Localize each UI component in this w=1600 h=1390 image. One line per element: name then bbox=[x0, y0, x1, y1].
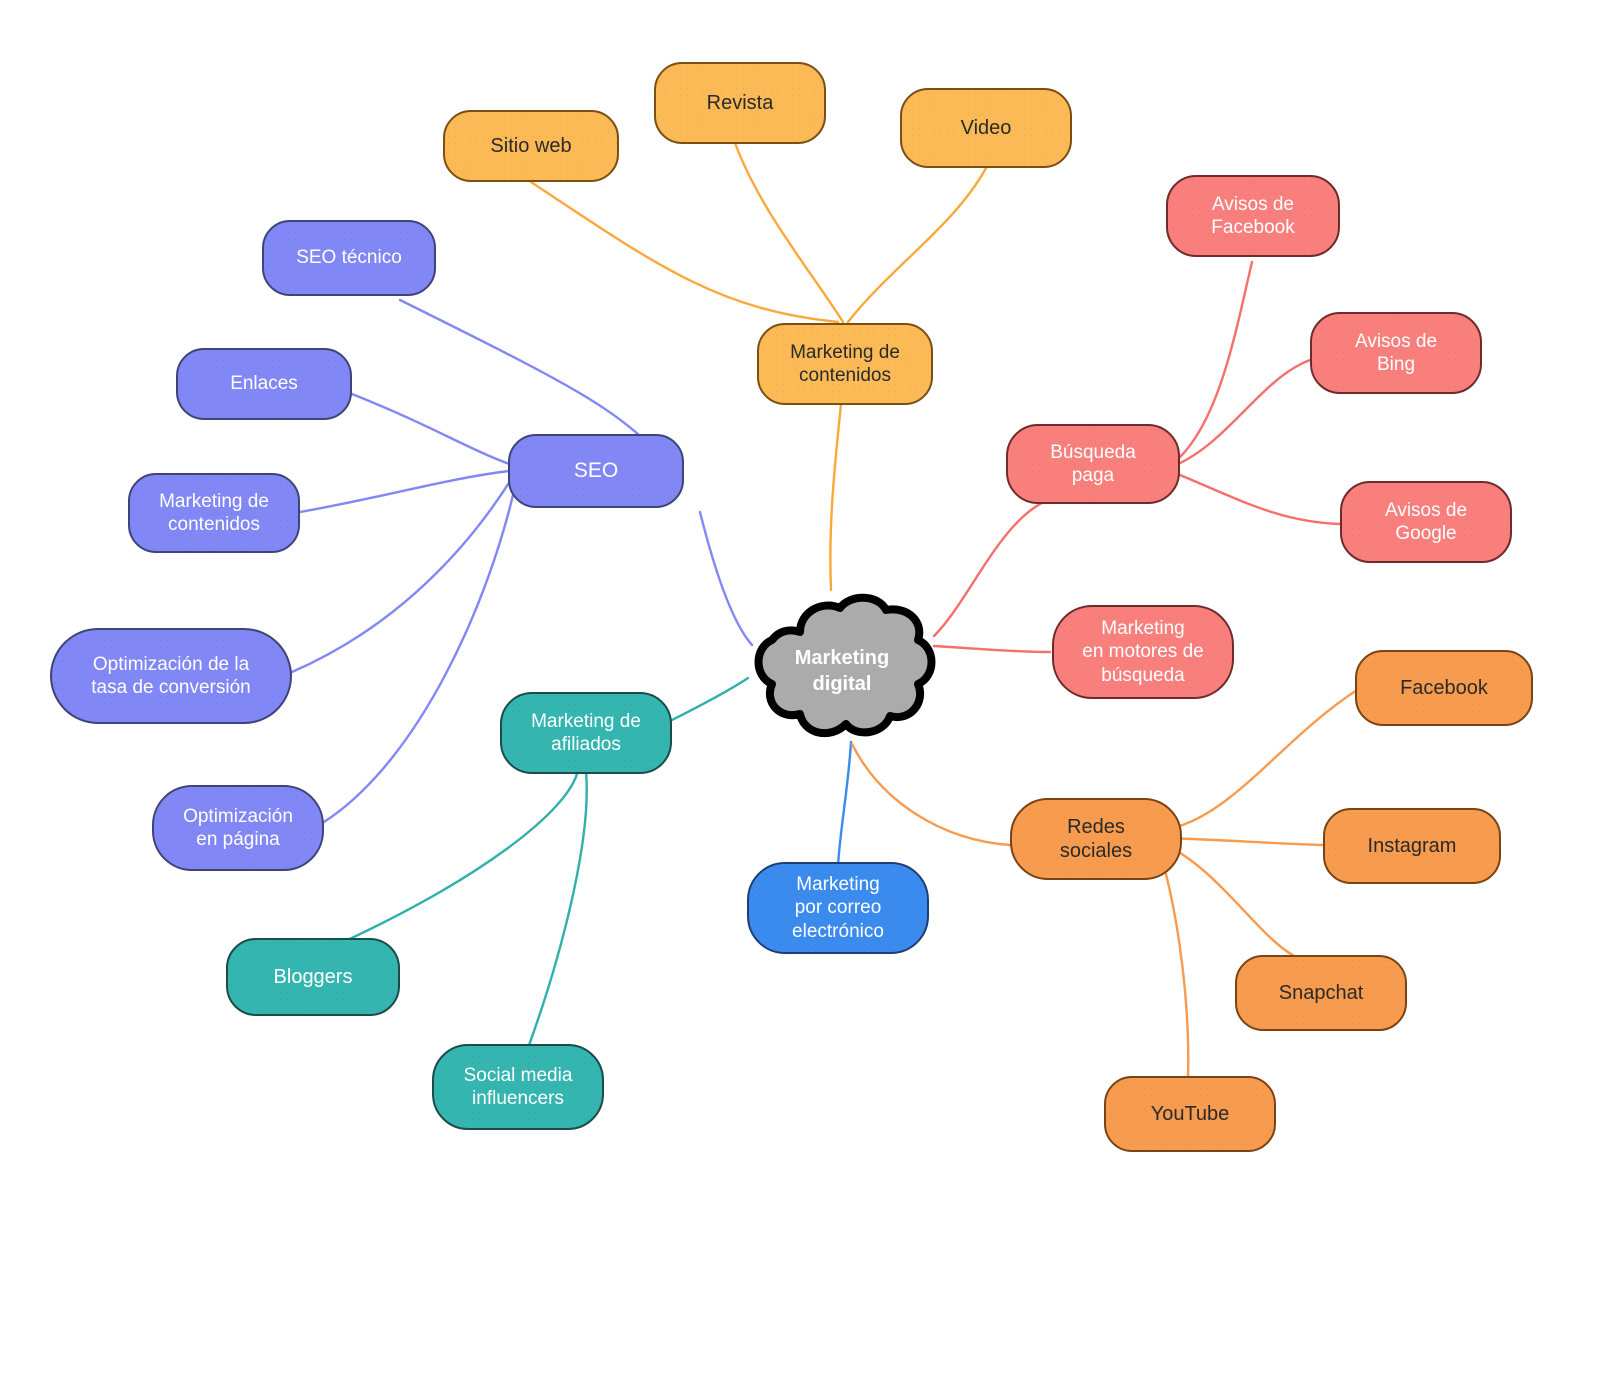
node-instagram[interactable]: Instagram bbox=[1323, 808, 1501, 884]
edge-busqueda-to-avisos-google bbox=[1178, 473, 1342, 526]
node-avisos-de-google-label: Avisos de Google bbox=[1384, 499, 1468, 544]
node-seo-tecnico-label: SEO técnico bbox=[296, 247, 402, 269]
root-node-marketing-digital[interactable]: Marketing digital bbox=[742, 592, 942, 750]
node-facebook-label: Facebook bbox=[1400, 676, 1488, 699]
edge-root-to-marketing-motores bbox=[932, 644, 1052, 654]
node-avisos-de-facebook[interactable]: Avisos de Facebook bbox=[1166, 175, 1340, 257]
node-video[interactable]: Video bbox=[900, 88, 1072, 168]
node-facebook[interactable]: Facebook bbox=[1355, 650, 1533, 726]
node-bloggers-label: Bloggers bbox=[273, 965, 353, 988]
node-redes-sociales[interactable]: Redes sociales bbox=[1010, 798, 1182, 880]
node-enlaces[interactable]: Enlaces bbox=[176, 348, 352, 420]
node-marketing-en-motores-de-busqueda[interactable]: Marketing en motores de búsqueda bbox=[1052, 605, 1234, 699]
edge-seo-to-enlaces bbox=[350, 392, 514, 467]
edge-busqueda-to-avisos-facebook bbox=[1175, 260, 1254, 462]
node-social-media-influencers-label: Social media influencers bbox=[463, 1064, 573, 1109]
edge-seo-to-marketing-contenidos bbox=[298, 469, 511, 514]
edge-redes-to-instagram bbox=[1162, 836, 1327, 847]
node-marketing-por-correo-electronico[interactable]: Marketing por correo electrónico bbox=[747, 862, 929, 954]
node-seo[interactable]: SEO bbox=[508, 434, 684, 508]
edge-root-to-busqueda-paga bbox=[932, 498, 1050, 638]
node-avisos-de-bing[interactable]: Avisos de Bing bbox=[1310, 312, 1482, 394]
edge-seo-to-seo-tecnico bbox=[398, 298, 642, 438]
edge-afiliados-to-influencers bbox=[526, 770, 588, 1050]
node-busqueda-paga-label: Búsqueda paga bbox=[1050, 441, 1136, 486]
node-marketing-de-afiliados-label: Marketing de afiliados bbox=[531, 710, 641, 755]
node-marketing-en-motores-de-busqueda-label: Marketing en motores de búsqueda bbox=[1082, 618, 1204, 686]
node-bloggers[interactable]: Bloggers bbox=[226, 938, 400, 1016]
edge-root-to-redes-sociales bbox=[850, 742, 1012, 847]
edge-seo-to-optimizacion-pagina bbox=[322, 480, 518, 824]
edge-contenidos-to-revista bbox=[733, 141, 845, 324]
node-busqueda-paga[interactable]: Búsqueda paga bbox=[1006, 424, 1180, 504]
node-sitio-web[interactable]: Sitio web bbox=[443, 110, 619, 182]
node-marketing-de-afiliados[interactable]: Marketing de afiliados bbox=[500, 692, 672, 774]
edge-redes-to-youtube bbox=[1158, 850, 1190, 1080]
node-video-label: Video bbox=[960, 116, 1012, 139]
node-snapchat[interactable]: Snapchat bbox=[1235, 955, 1407, 1031]
edge-afiliados-to-bloggers bbox=[328, 768, 580, 950]
edge-root-to-marketing-correo bbox=[836, 740, 853, 868]
node-marketing-de-contenidos-label: Marketing de contenidos bbox=[790, 341, 900, 386]
node-optimizacion-en-pagina-label: Optimización en página bbox=[183, 805, 293, 850]
node-seo-marketing-de-contenidos-label: Marketing de contenidos bbox=[159, 490, 269, 535]
node-youtube-label: YouTube bbox=[1150, 1102, 1230, 1125]
node-seo-marketing-de-contenidos[interactable]: Marketing de contenidos bbox=[128, 473, 300, 553]
mindmap-canvas: Marketing digital Sitio web Revista Vide… bbox=[0, 0, 1600, 1390]
node-optimizacion-tasa-conversion[interactable]: Optimización de la tasa de conversión bbox=[50, 628, 292, 724]
node-marketing-por-correo-electronico-label: Marketing por correo electrónico bbox=[792, 874, 884, 942]
node-snapchat-label: Snapchat bbox=[1278, 981, 1364, 1004]
node-seo-tecnico[interactable]: SEO técnico bbox=[262, 220, 436, 296]
node-redes-sociales-label: Redes sociales bbox=[1059, 815, 1133, 862]
node-social-media-influencers[interactable]: Social media influencers bbox=[432, 1044, 604, 1130]
edge-seo-to-optimizacion-conversion bbox=[290, 476, 514, 674]
node-avisos-de-google[interactable]: Avisos de Google bbox=[1340, 481, 1512, 563]
node-youtube[interactable]: YouTube bbox=[1104, 1076, 1276, 1152]
node-revista[interactable]: Revista bbox=[654, 62, 826, 144]
edge-root-to-marketing-contenidos bbox=[829, 402, 843, 592]
edge-redes-to-snapchat bbox=[1162, 842, 1300, 960]
node-avisos-de-bing-label: Avisos de Bing bbox=[1354, 330, 1438, 375]
root-node-label: Marketing digital bbox=[794, 647, 890, 695]
node-optimizacion-en-pagina[interactable]: Optimización en página bbox=[152, 785, 324, 871]
node-seo-label: SEO bbox=[573, 459, 619, 483]
edge-busqueda-to-avisos-bing bbox=[1176, 358, 1312, 466]
edge-redes-to-facebook bbox=[1161, 688, 1359, 832]
node-marketing-de-contenidos[interactable]: Marketing de contenidos bbox=[757, 323, 933, 405]
node-optimizacion-tasa-conversion-label: Optimización de la tasa de conversión bbox=[91, 653, 251, 698]
node-revista-label: Revista bbox=[706, 91, 774, 114]
node-enlaces-label: Enlaces bbox=[230, 373, 298, 395]
node-avisos-de-facebook-label: Avisos de Facebook bbox=[1211, 193, 1295, 238]
node-instagram-label: Instagram bbox=[1367, 834, 1457, 857]
edge-root-to-marketing-afiliados bbox=[666, 676, 750, 724]
edge-contenidos-to-video bbox=[846, 166, 988, 324]
edge-contenidos-to-sitio-web bbox=[529, 180, 840, 324]
node-sitio-web-label: Sitio web bbox=[490, 134, 572, 157]
